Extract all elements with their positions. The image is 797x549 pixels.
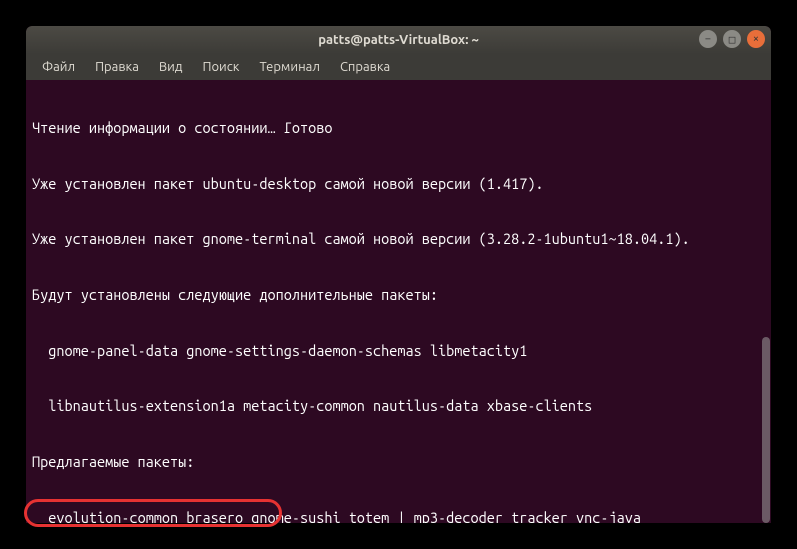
terminal-line: libnautilus-extension1a metacity-common … <box>32 397 765 416</box>
terminal-output[interactable]: Чтение информации о состоянии… Готово Уж… <box>26 80 771 523</box>
terminal-window: patts@patts-VirtualBox: ~ − □ × Файл Пра… <box>26 26 771 523</box>
menu-view[interactable]: Вид <box>151 58 191 76</box>
terminal-line: Будут установлены следующие дополнительн… <box>32 286 765 305</box>
scrollbar[interactable] <box>761 80 771 523</box>
menu-search[interactable]: Поиск <box>194 58 247 76</box>
menu-terminal[interactable]: Терминал <box>251 58 327 76</box>
terminal-line: Предлагаемые пакеты: <box>32 453 765 472</box>
scrollbar-thumb[interactable] <box>762 337 770 523</box>
terminal-line: evolution-common brasero gnome-sushi tot… <box>32 509 765 523</box>
maximize-button[interactable]: □ <box>723 30 741 48</box>
terminal-line: gnome-panel-data gnome-settings-daemon-s… <box>32 342 765 361</box>
menubar: Файл Правка Вид Поиск Терминал Справка <box>26 54 771 80</box>
terminal-line: Уже установлен пакет ubuntu-desktop само… <box>32 175 765 194</box>
window-controls: − □ × <box>699 30 765 48</box>
menu-edit[interactable]: Правка <box>87 58 147 76</box>
minimize-button[interactable]: − <box>699 30 717 48</box>
window-title: patts@patts-VirtualBox: ~ <box>318 33 479 47</box>
menu-file[interactable]: Файл <box>34 58 83 76</box>
titlebar[interactable]: patts@patts-VirtualBox: ~ − □ × <box>26 26 771 54</box>
menu-help[interactable]: Справка <box>332 58 398 76</box>
close-button[interactable]: × <box>747 30 765 48</box>
terminal-line: Уже установлен пакет gnome-terminal само… <box>32 230 765 249</box>
terminal-line: Чтение информации о состоянии… Готово <box>32 119 765 138</box>
